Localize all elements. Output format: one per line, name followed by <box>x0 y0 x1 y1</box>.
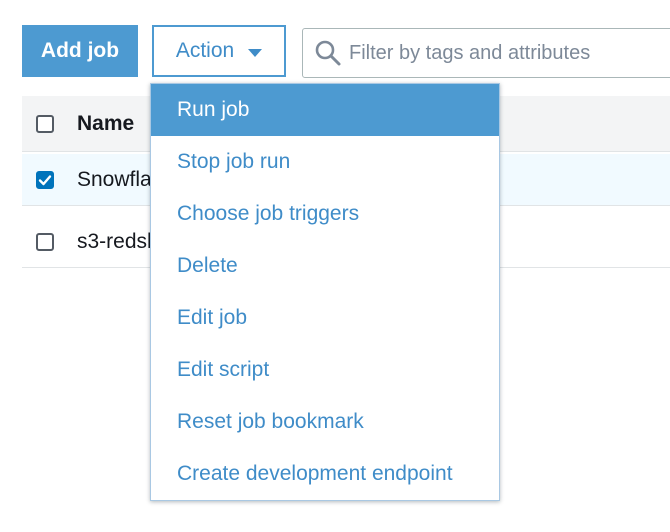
action-dropdown-menu: Run job Stop job run Choose job triggers… <box>150 83 500 501</box>
row-checkbox[interactable] <box>36 232 54 251</box>
menu-item-reset-job-bookmark[interactable]: Reset job bookmark <box>151 396 499 448</box>
checkmark-icon <box>38 174 52 185</box>
menu-item-edit-job[interactable]: Edit job <box>151 292 499 344</box>
glue-jobs-page: Add job Action Name Snowflake s3-redshif… <box>0 0 670 532</box>
menu-item-choose-job-triggers[interactable]: Choose job triggers <box>151 188 499 240</box>
menu-item-create-development-endpoint[interactable]: Create development endpoint <box>151 448 499 500</box>
search-icon <box>315 40 341 66</box>
add-job-button[interactable]: Add job <box>22 25 138 77</box>
select-all-checkbox[interactable] <box>36 114 54 133</box>
row-checkbox[interactable] <box>36 170 54 189</box>
caret-down-icon <box>248 48 263 57</box>
filter-search-box[interactable] <box>302 28 670 78</box>
action-dropdown-button[interactable]: Action <box>152 25 286 77</box>
menu-item-run-job[interactable]: Run job <box>151 84 499 136</box>
menu-item-stop-job-run[interactable]: Stop job run <box>151 136 499 188</box>
menu-item-edit-script[interactable]: Edit script <box>151 344 499 396</box>
filter-input[interactable] <box>349 41 669 65</box>
menu-item-delete[interactable]: Delete <box>151 240 499 292</box>
action-button-label: Action <box>175 39 235 62</box>
column-header-name[interactable]: Name <box>77 112 134 136</box>
